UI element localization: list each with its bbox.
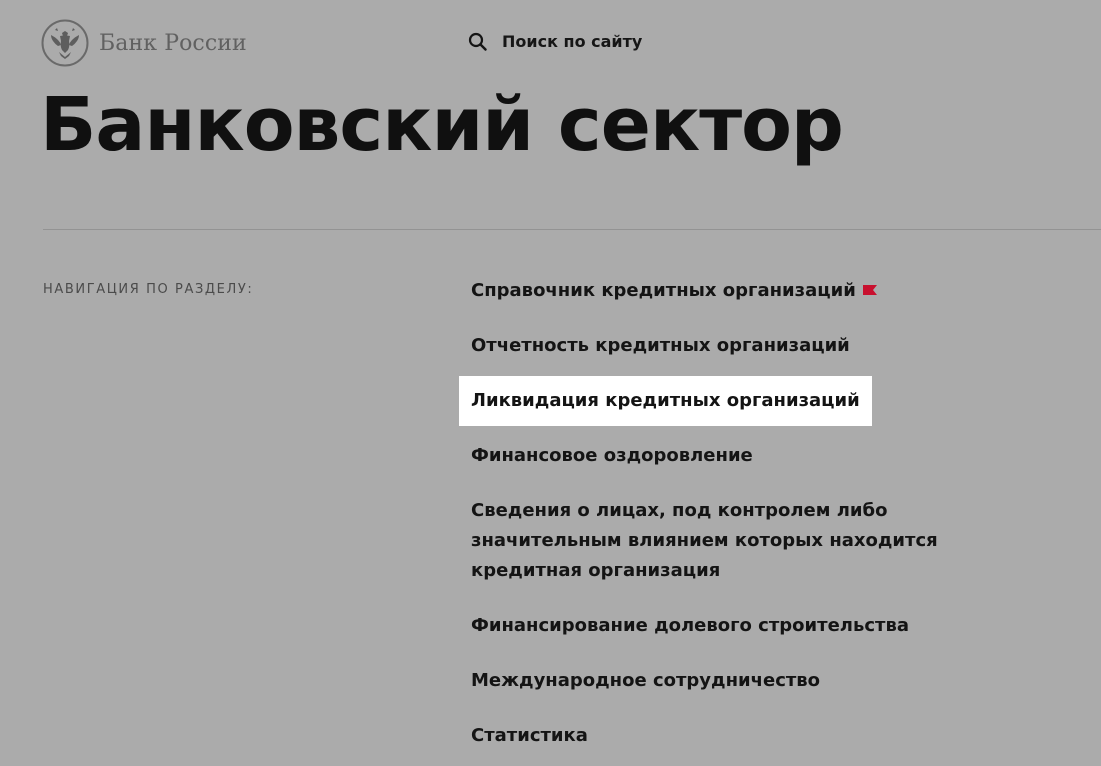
nav-item-wrapper: Финансирование долевого строительства	[459, 601, 1059, 651]
nav-item-financial-recovery[interactable]: Финансовое оздоровление	[459, 431, 1059, 481]
nav-item-wrapper: Отчетность кредитных организаций	[459, 321, 1059, 371]
nav-item-label: Сведения о лицах, под контролем либо зна…	[471, 500, 938, 581]
double-headed-eagle-icon	[41, 19, 89, 67]
nav-item-label: Ликвидация кредитных организаций	[471, 390, 860, 411]
section-navigation-list: Справочник кредитных организаций Отчетно…	[459, 266, 1059, 766]
nav-item-label: Международное сотрудничество	[471, 670, 821, 691]
nav-item-shared-construction-financing[interactable]: Финансирование долевого строительства	[459, 601, 1059, 651]
nav-item-credit-organizations-liquidation[interactable]: Ликвидация кредитных организаций	[459, 376, 872, 426]
nav-item-wrapper: Справочник кредитных организаций	[459, 266, 1059, 316]
nav-item-wrapper: Сведения о лицах, под контролем либо зна…	[459, 486, 1059, 596]
search-icon	[468, 32, 487, 51]
section-navigation-heading: Навигация по разделу:	[43, 282, 254, 297]
nav-item-controlling-persons-info[interactable]: Сведения о лицах, под контролем либо зна…	[459, 486, 1029, 596]
page-title: Банковский сектор	[40, 82, 844, 168]
nav-item-statistics[interactable]: Статистика	[459, 711, 1059, 761]
site-search-button[interactable]: Поиск по сайту	[468, 32, 642, 51]
nav-item-wrapper: Ликвидация кредитных организаций	[459, 376, 1059, 431]
section-divider	[43, 229, 1101, 230]
nav-item-label: Финансирование долевого строительства	[471, 615, 909, 636]
nav-item-wrapper: Международное сотрудничество	[459, 656, 1059, 706]
flag-icon	[862, 285, 877, 295]
nav-item-credit-organizations-directory[interactable]: Справочник кредитных организаций	[459, 266, 1059, 316]
nav-item-label: Финансовое оздоровление	[471, 445, 753, 466]
nav-item-label: Отчетность кредитных организаций	[471, 335, 850, 356]
nav-item-wrapper: Статистика	[459, 711, 1059, 761]
nav-item-label: Статистика	[471, 725, 588, 746]
search-label: Поиск по сайту	[502, 32, 643, 51]
bank-of-russia-logo[interactable]: Банк России	[41, 19, 247, 67]
nav-item-credit-organizations-reporting[interactable]: Отчетность кредитных организаций	[459, 321, 1059, 371]
site-header: Банк России Поиск по сайту	[0, 0, 1101, 86]
nav-item-label: Справочник кредитных организаций	[471, 280, 856, 301]
logo-text: Банк России	[99, 30, 247, 56]
nav-item-international-cooperation[interactable]: Международное сотрудничество	[459, 656, 1059, 706]
nav-item-wrapper: Финансовое оздоровление	[459, 431, 1059, 481]
